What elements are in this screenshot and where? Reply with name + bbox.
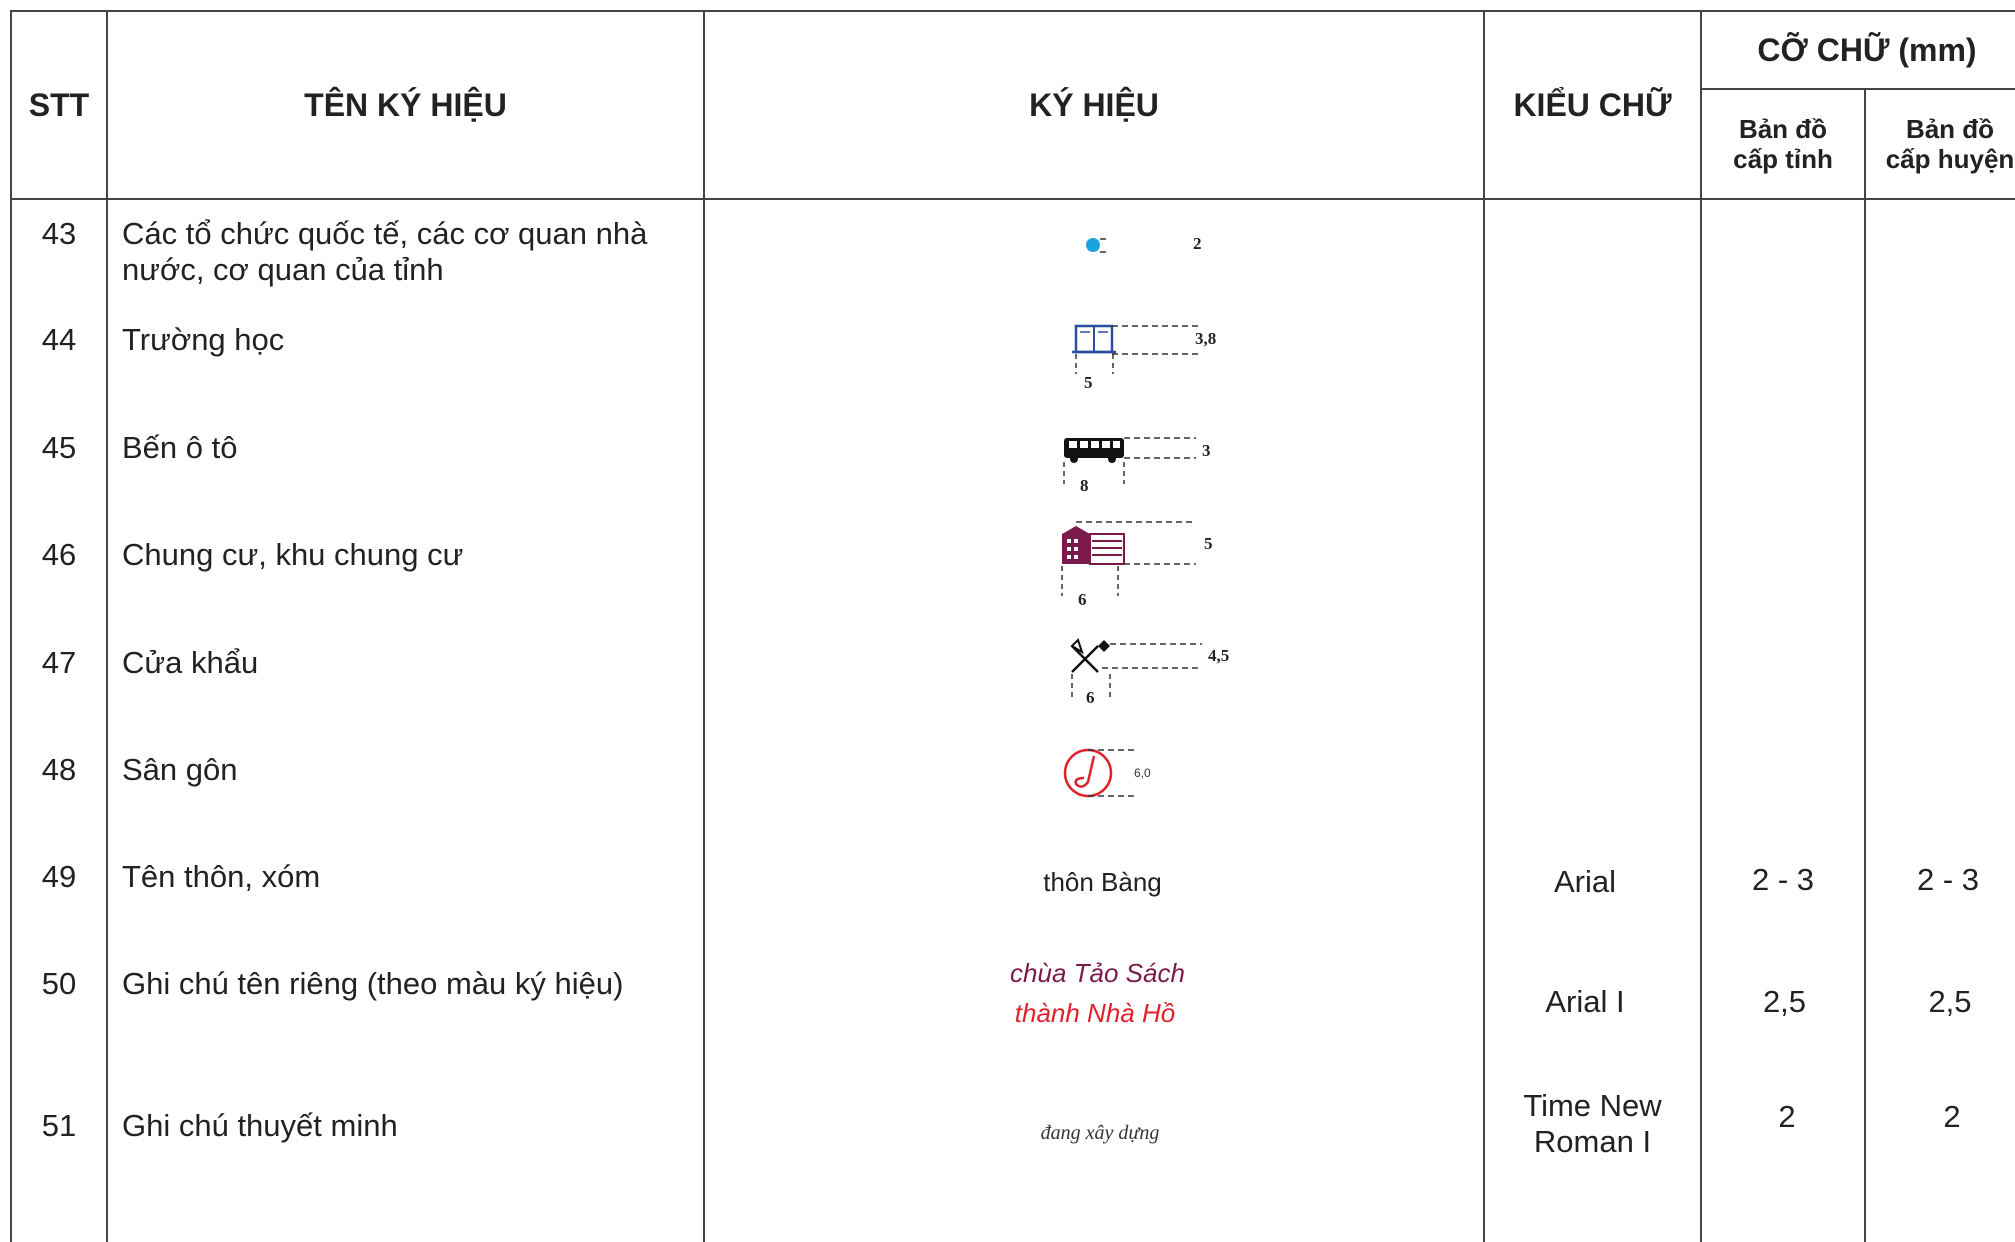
row-50-stt: 50	[41, 966, 77, 1001]
header-province-line1: Bản đồ	[1738, 114, 1828, 144]
row-44-dim-w: 5	[1084, 373, 1093, 392]
header-symbol: KÝ HIỆU	[1029, 86, 1159, 123]
row-43-dim: 2	[1193, 234, 1202, 253]
row-44-dim-h: 3,8	[1195, 329, 1217, 348]
row-46-stt: 46	[41, 537, 77, 572]
row-51-district: 2	[1943, 1099, 1961, 1134]
apartment-building-icon	[1061, 521, 1196, 596]
row-46-symbol: 5 6	[706, 516, 1484, 616]
row-50-sample-citadel: thành Nhà Hồ	[1014, 998, 1176, 1028]
header-font-style: KIỂU CHỮ	[1513, 86, 1672, 123]
border-gate-icon	[1070, 638, 1202, 698]
row-51-stt: 51	[41, 1108, 77, 1143]
row-47-symbol: 4,5 6	[706, 632, 1484, 722]
row-47-stt: 47	[41, 645, 77, 680]
row-43-name-line1: Các tổ chức quốc tế, các cơ quan nhà	[122, 216, 648, 251]
row-51-name: Ghi chú thuyết minh	[122, 1108, 398, 1143]
row-47-dim-w: 6	[1086, 688, 1095, 707]
row-44-symbol: 3,8 5	[706, 318, 1484, 398]
row-48-name: Sân gôn	[122, 752, 238, 787]
row-47-name: Cửa khẩu	[122, 645, 259, 680]
row-51-font-line2: Roman I	[1533, 1124, 1652, 1159]
row-50-name: Ghi chú tên riêng (theo màu ký hiệu)	[122, 966, 624, 1001]
column-divider	[1864, 90, 1866, 1242]
row-45-dim-h: 3	[1202, 441, 1211, 460]
row-45-stt: 45	[41, 430, 77, 465]
row-44-stt: 44	[41, 322, 77, 357]
header-province-map: Bản đồ cấp tỉnh	[1702, 90, 1864, 198]
school-book-icon	[1072, 324, 1200, 374]
row-50-font: Arial I	[1545, 984, 1625, 1019]
bus-icon	[1063, 437, 1196, 484]
row-50-sample-pagoda: chùa Tảo Sách	[1010, 958, 1185, 988]
header-district-line2: cấp huyện	[1885, 144, 2015, 174]
agency-dot-icon	[1086, 238, 1106, 253]
header-stt: STT	[28, 86, 90, 123]
row-51-font-line1: Time New	[1523, 1088, 1662, 1123]
row-46-name: Chung cư, khu chung cư	[122, 537, 464, 572]
row-46-dim-h: 5	[1204, 534, 1213, 553]
row-43-stt: 43	[41, 216, 77, 251]
row-43-symbol: 2	[706, 222, 1484, 312]
row-49-name: Tên thôn, xóm	[122, 859, 321, 894]
row-49-sample: thôn Bàng	[1043, 867, 1162, 897]
row-43-name-line2: nước, cơ quan của tỉnh	[122, 252, 444, 287]
row-49-province: 2 - 3	[1751, 862, 1815, 897]
row-49-district: 2 - 3	[1916, 862, 1980, 897]
row-51-province: 2	[1778, 1099, 1796, 1134]
row-48-dim: 6,0	[1134, 766, 1151, 780]
header-district-map: Bản đồ cấp huyện	[1866, 90, 2015, 198]
row-48-stt: 48	[41, 752, 77, 787]
row-46-dim-w: 6	[1078, 590, 1087, 609]
row-50-district: 2,5	[1928, 984, 1972, 1019]
row-47-dim-h: 4,5	[1208, 646, 1230, 665]
row-48-symbol: 6,0	[706, 740, 1484, 810]
row-43-name: Các tổ chức quốc tế, các cơ quan nhà nướ…	[122, 216, 682, 288]
header-bottom-line	[10, 198, 2015, 200]
row-50-province: 2,5	[1762, 984, 1807, 1019]
symbol-table: STT TÊN KÝ HIỆU KÝ HIỆU KIỂU CHỮ CỠ CHỮ …	[0, 0, 2015, 1242]
row-51-sample: đang xây dựng	[1040, 1122, 1160, 1144]
header-font-size: CỠ CHỮ (mm)	[1757, 31, 1977, 68]
row-45-dim-w: 8	[1080, 476, 1089, 495]
row-45-symbol: 3 8	[706, 428, 1484, 508]
header-name: TÊN KÝ HIỆU	[304, 86, 507, 123]
row-49-stt: 49	[41, 859, 77, 894]
row-44-name: Trường học	[122, 322, 285, 357]
row-51-font: Time New Roman I	[1485, 1088, 1700, 1160]
row-49-font: Arial	[1553, 864, 1616, 899]
header-district-line1: Bản đồ	[1905, 114, 1995, 144]
header-province-line2: cấp tỉnh	[1733, 144, 1833, 174]
row-45-name: Bến ô tô	[122, 430, 238, 465]
